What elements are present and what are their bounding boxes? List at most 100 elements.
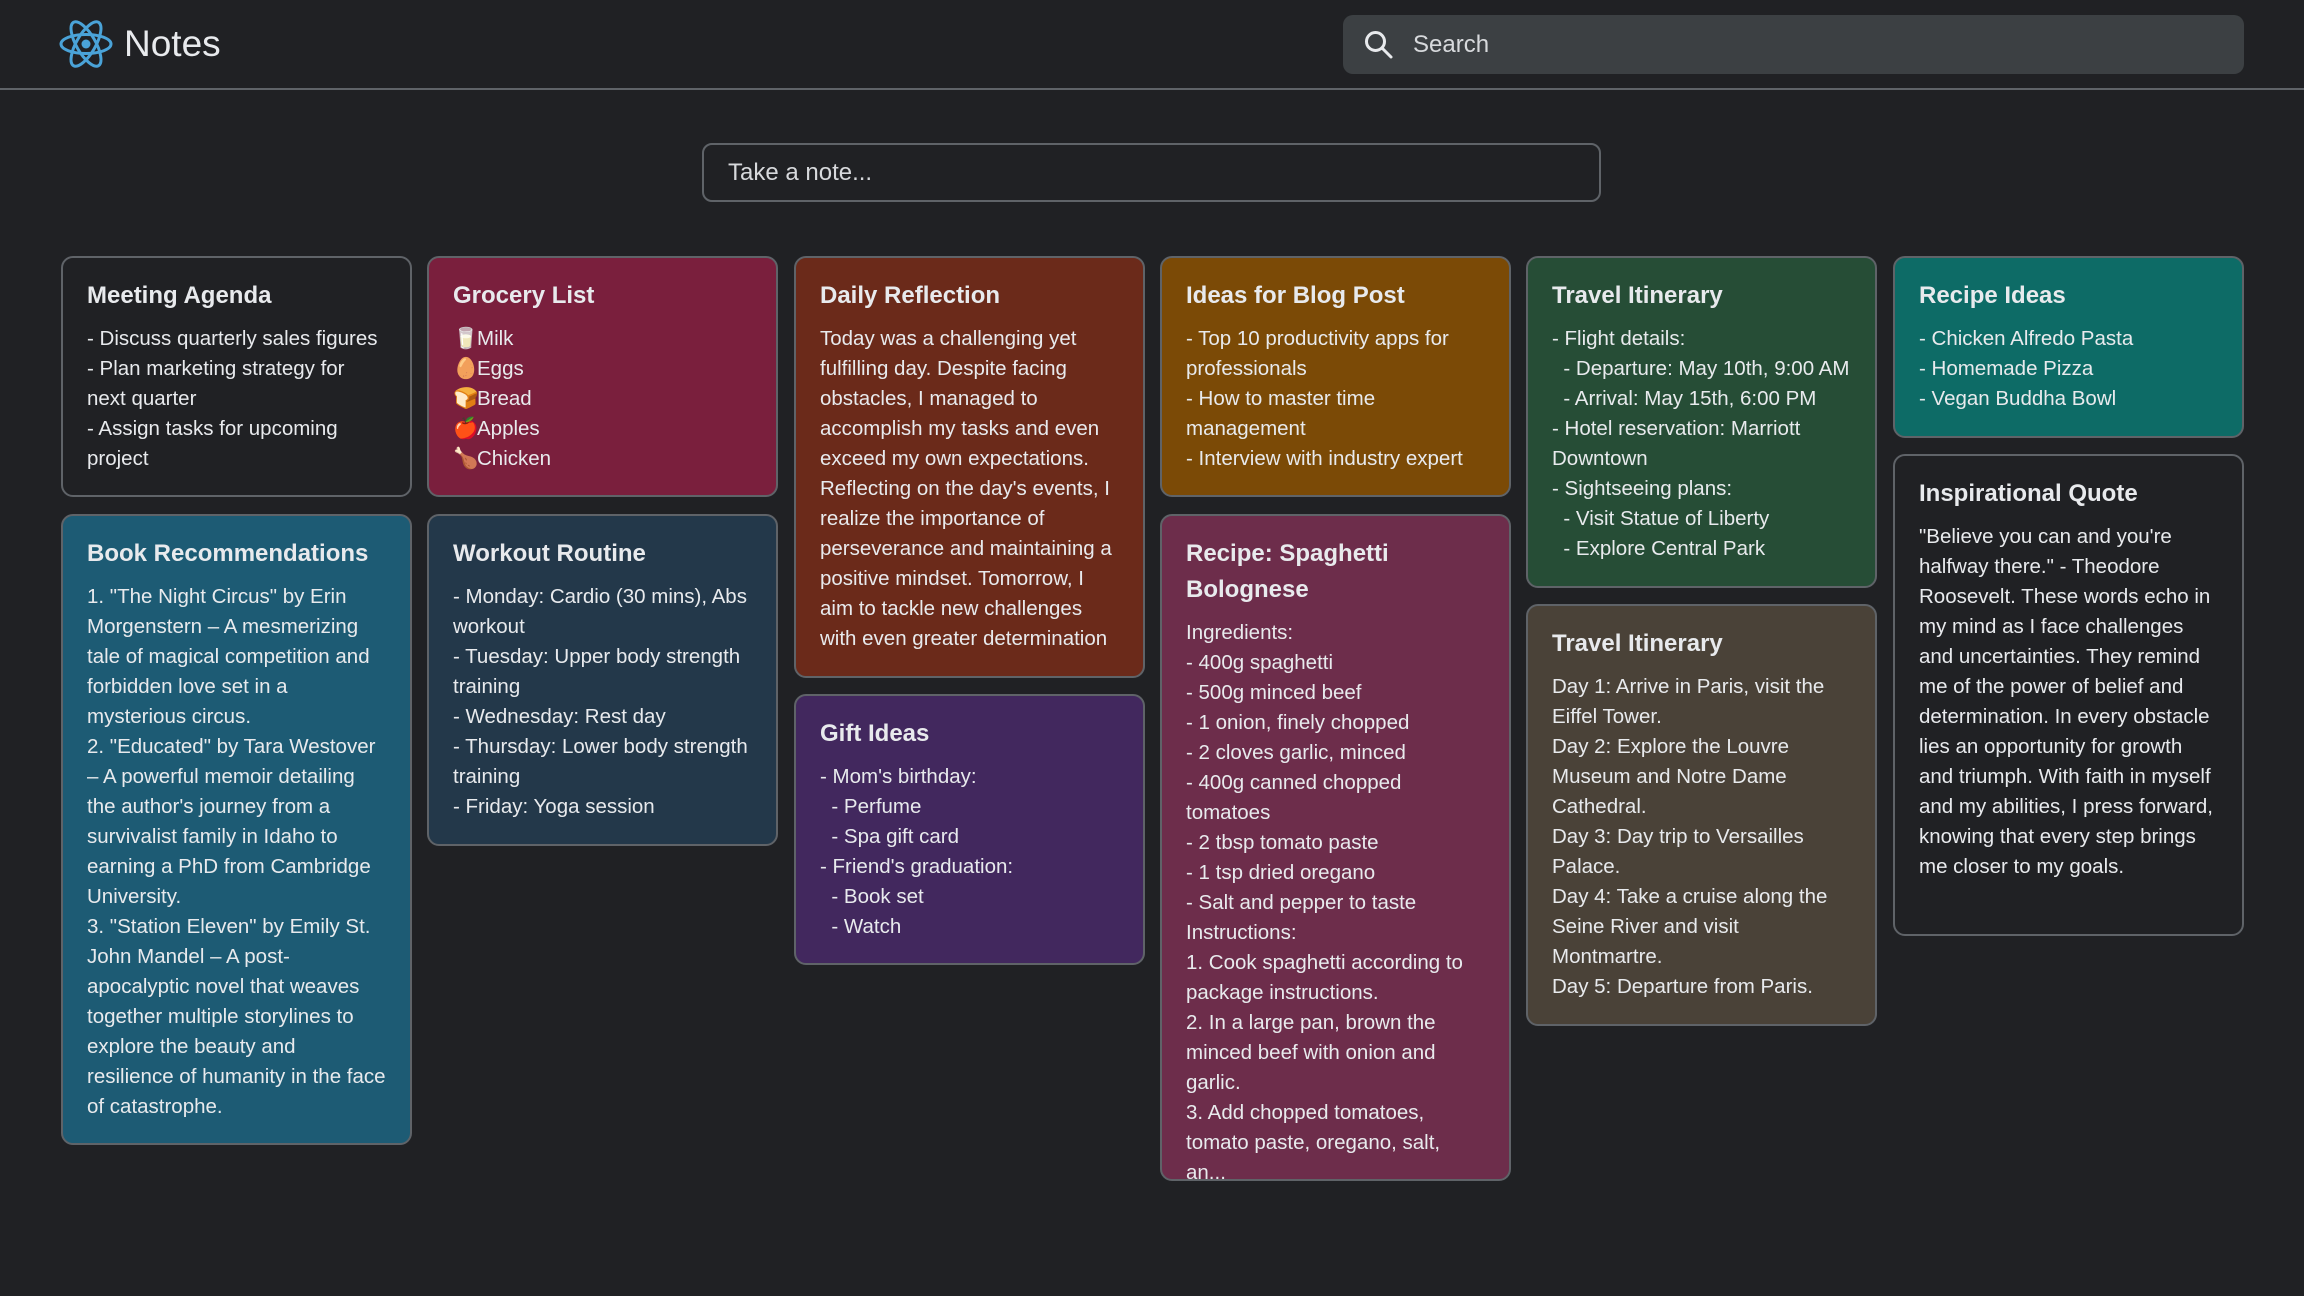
note-title: Grocery List (453, 282, 595, 309)
note-line: - Top 10 productivity apps for professio… (1186, 327, 1455, 380)
note-line: - Friend's graduation: (820, 855, 1014, 878)
note-body: - Mom's birthday: - Perfume - Spa gift c… (820, 762, 1119, 942)
bread-icon: 🍞 (453, 387, 479, 410)
note-gift-ideas[interactable]: Gift Ideas - Mom's birthday: - Perfume -… (794, 694, 1145, 965)
note-line: - Monday: Cardio (30 mins), Abs workout (453, 585, 753, 638)
note-line: - Thursday: Lower body strength training (453, 735, 754, 788)
note-line: 2. "Educated" by Tara Westover – A power… (87, 735, 382, 908)
note-line: 1. "The Night Circus" by Erin Morgenster… (87, 585, 376, 728)
note-line: - Explore Central Park (1552, 537, 1766, 560)
note-line: - 1 tsp dried oregano (1186, 861, 1376, 884)
note-line: Day 1: Arrive in Paris, visit the Eiffel… (1552, 675, 1830, 728)
grocery-item: 🍎Apples (453, 414, 752, 444)
note-line: - Homemade Pizza (1919, 357, 2094, 380)
note-body: - Top 10 productivity apps for professio… (1186, 324, 1485, 474)
note-title: Inspirational Quote (1919, 480, 2138, 507)
atom-icon[interactable] (58, 18, 114, 70)
search-input[interactable] (1413, 15, 2223, 74)
note-ideas-for-blog-post[interactable]: Ideas for Blog Post - Top 10 productivit… (1160, 256, 1511, 497)
note-body: - Monday: Cardio (30 mins), Abs workout -… (453, 582, 752, 822)
note-line: - Visit Statue of Liberty (1552, 507, 1770, 530)
note-line: - Mom's birthday: (820, 765, 977, 788)
note-line: - Interview with industry expert (1186, 447, 1463, 470)
note-line: - Watch (820, 915, 902, 938)
grocery-item-label: Bread (477, 387, 532, 410)
search-icon[interactable] (1363, 29, 1394, 60)
note-title: Workout Routine (453, 540, 646, 567)
grocery-item: 🍗Chicken (453, 444, 752, 474)
note-line: - How to master time management (1186, 387, 1381, 440)
apple-icon: 🍎 (453, 417, 479, 440)
grocery-item-label: Milk (477, 327, 514, 350)
note-title: Book Recommendations (87, 540, 369, 567)
note-line: 3. Add chopped tomatoes, tomato paste, o… (1186, 1101, 1446, 1181)
note-line: Day 2: Explore the Louvre Museum and Not… (1552, 735, 1795, 818)
note-line: - Hotel reservation: Marriott Downtown (1552, 417, 1807, 470)
note-title: Gift Ideas (820, 720, 930, 747)
note-line: - Wednesday: Rest day (453, 705, 666, 728)
search-bar[interactable] (1343, 15, 2244, 74)
note-body: - Flight details: - Departure: May 10th,… (1552, 324, 1851, 564)
note-line: - Sightseeing plans: (1552, 477, 1733, 500)
note-line: Day 4: Take a cruise along the Seine Riv… (1552, 885, 1834, 968)
grocery-item: 🍞Bread (453, 384, 752, 414)
grocery-item-label: Apples (477, 417, 540, 440)
note-workout-routine[interactable]: Workout Routine - Monday: Cardio (30 min… (427, 514, 778, 846)
note-title: Ideas for Blog Post (1186, 282, 1405, 309)
note-line: - 2 cloves garlic, minced (1186, 741, 1406, 764)
note-line: - Arrival: May 15th, 6:00 PM (1552, 387, 1817, 410)
egg-icon: 🥚 (453, 357, 479, 380)
grocery-item-label: Chicken (477, 447, 552, 470)
note-title: Recipe Ideas (1919, 282, 2066, 309)
note-line: - Flight details: (1552, 327, 1686, 350)
note-line: Day 5: Departure from Paris. (1552, 975, 1813, 998)
note-title: Travel Itinerary (1552, 630, 1723, 657)
note-line: Instructions: (1186, 921, 1297, 944)
note-line: - Chicken Alfredo Pasta (1919, 327, 2134, 350)
app-header: Notes (0, 0, 2304, 90)
note-line: - Book set (820, 885, 924, 908)
note-line: - Discuss quarterly sales figures (87, 327, 378, 350)
note-line: - Vegan Buddha Bowl (1919, 387, 2117, 410)
note-recipe-spaghetti-bolognese[interactable]: Recipe: Spaghetti Bolognese Ingredients:… (1160, 514, 1511, 1181)
note-line: - 400g spaghetti (1186, 651, 1334, 674)
note-recipe-ideas[interactable]: Recipe Ideas - Chicken Alfredo Pasta - Ho… (1893, 256, 2244, 438)
milk-icon: 🥛 (453, 327, 479, 350)
note-line: - 400g canned chopped tomatoes (1186, 771, 1408, 824)
app-title: Notes (124, 23, 221, 64)
note-line: Ingredients: (1186, 621, 1294, 644)
take-note-composer[interactable] (702, 143, 1601, 202)
note-line: - 2 tbsp tomato paste (1186, 831, 1379, 854)
note-title: Travel Itinerary (1552, 282, 1723, 309)
note-body: Today was a challenging yet fulfilling d… (820, 327, 1118, 650)
note-line: - Departure: May 10th, 9:00 AM (1552, 357, 1850, 380)
note-title: Meeting Agenda (87, 282, 272, 309)
note-body: "Believe you can and you're halfway ther… (1919, 525, 2219, 878)
note-body: - Discuss quarterly sales figures - Plan … (87, 324, 386, 474)
note-travel-itinerary-paris[interactable]: Travel Itinerary Day 1: Arrive in Paris,… (1526, 604, 1877, 1026)
note-title: Recipe: Spaghetti Bolognese (1186, 540, 1389, 603)
note-line: - 1 onion, finely chopped (1186, 711, 1410, 734)
note-line: - Spa gift card (820, 825, 960, 848)
take-note-input[interactable] (728, 145, 1578, 200)
note-book-recommendations[interactable]: Book Recommendations 1. "The Night Circu… (61, 514, 412, 1145)
note-daily-reflection[interactable]: Daily Reflection Today was a challenging… (794, 256, 1145, 678)
note-line: - Salt and pepper to taste (1186, 891, 1417, 914)
grocery-item-label: Eggs (477, 357, 524, 380)
note-grocery-list[interactable]: Grocery List 🥛Milk 🥚Eggs 🍞Bread 🍎Apples 🍗Chi… (427, 256, 778, 497)
note-inspirational-quote[interactable]: Inspirational Quote "Believe you can and… (1893, 454, 2244, 936)
note-body: 1. "The Night Circus" by Erin Morgenster… (87, 582, 386, 1122)
grocery-item: 🥛Milk (453, 324, 752, 354)
note-travel-itinerary-flight[interactable]: Travel Itinerary - Flight details: - Dep… (1526, 256, 1877, 588)
note-line: 2. In a large pan, brown the minced beef… (1186, 1011, 1442, 1094)
note-body: Day 1: Arrive in Paris, visit the Eiffel… (1552, 672, 1851, 1002)
chicken-icon: 🍗 (453, 447, 479, 470)
note-line: - Perfume (820, 795, 922, 818)
note-body: Ingredients: - 400g spaghetti - 500g mince… (1186, 618, 1485, 1181)
grocery-item: 🥚Eggs (453, 354, 752, 384)
note-title: Daily Reflection (820, 282, 1001, 309)
note-body: - Chicken Alfredo Pasta - Homemade Pizza -… (1919, 324, 2218, 414)
note-line: - Friday: Yoga session (453, 795, 655, 818)
note-meeting-agenda[interactable]: Meeting Agenda - Discuss quarterly sales… (61, 256, 412, 497)
note-line: - Tuesday: Upper body strength training (453, 645, 746, 698)
